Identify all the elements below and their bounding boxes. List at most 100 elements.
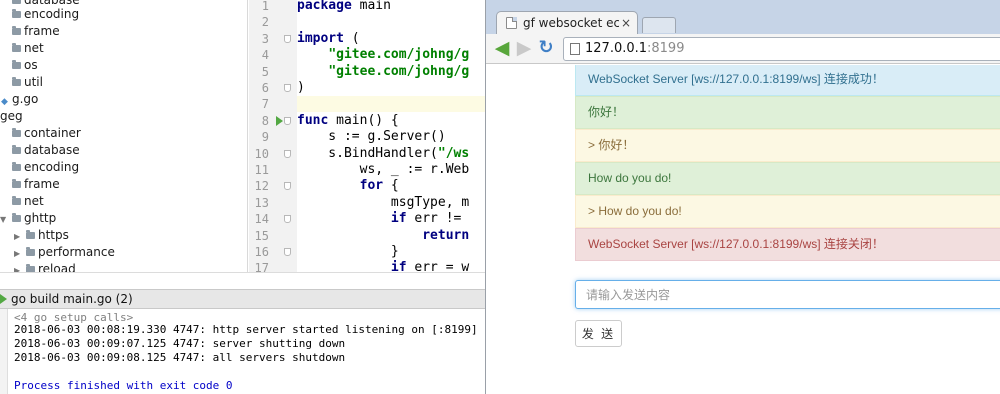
code-line: if err != <box>297 211 461 227</box>
reload-icon[interactable]: ↻ <box>536 38 556 58</box>
console-line: Process finished with exit code 0 <box>14 379 233 392</box>
tree-item-container[interactable]: container <box>0 125 247 142</box>
code-line: s := g.Server() <box>297 129 446 145</box>
folder-icon <box>12 9 21 18</box>
forward-arrow-icon[interactable]: ▶ <box>514 38 534 58</box>
send-button[interactable]: 发 送 <box>575 320 622 347</box>
tree-item-label: os <box>24 58 38 72</box>
message-danger: WebSocket Server [ws://127.0.0.1:8199/ws… <box>575 228 1000 261</box>
code-token: for <box>359 178 384 194</box>
fold-marker-icon[interactable] <box>284 84 291 92</box>
tree-item-encoding[interactable]: encoding <box>0 6 247 23</box>
tree-item-label: database <box>24 143 80 157</box>
tree-item-label: g.go <box>12 92 39 106</box>
folder-icon <box>26 230 35 239</box>
fold-marker-icon[interactable] <box>284 116 291 125</box>
tree-item-os[interactable]: os <box>0 57 247 74</box>
back-arrow-icon[interactable]: ◀ <box>492 38 512 58</box>
console-line: 2018-06-03 00:08:19.330 4747: http serve… <box>14 323 478 336</box>
tree-item-util[interactable]: util <box>0 74 247 91</box>
tree-item-database[interactable]: database <box>0 142 247 159</box>
address-bar[interactable]: 127.0.0.1 :8199 <box>563 37 1000 61</box>
fold-marker-icon[interactable] <box>284 248 291 256</box>
folder-icon <box>12 43 21 52</box>
go-file-icon: ◆ <box>1 97 8 107</box>
line-number: 3 <box>261 31 269 46</box>
code-token: func <box>297 112 329 128</box>
line-number: 4 <box>261 48 269 63</box>
folder-icon <box>12 60 21 69</box>
chevron-right-icon[interactable]: ▶ <box>14 228 23 245</box>
tree-item-label: https <box>38 228 69 242</box>
tree-item-label: encoding <box>24 160 80 174</box>
tab-title: gf websocket echo se <box>523 16 619 30</box>
tree-item-ghttp[interactable]: ▼ ghttp <box>0 210 247 228</box>
code-token: return <box>422 227 470 243</box>
fold-marker-icon[interactable] <box>284 149 291 158</box>
code-token: main <box>351 0 391 13</box>
line-number: 11 <box>254 163 269 177</box>
tree-item-g.go[interactable]: ◆ g.go <box>0 91 247 108</box>
tab-close-icon[interactable]: × <box>621 12 631 34</box>
tree-item-encoding[interactable]: encoding <box>0 159 247 176</box>
editor-bottom-area <box>0 272 485 288</box>
fold-marker-icon[interactable] <box>284 215 291 224</box>
fold-marker-icon[interactable] <box>284 182 291 191</box>
code-token: ws, _ := r.Web <box>297 162 470 177</box>
run-tab[interactable]: go build main.go (2) <box>0 290 133 308</box>
code-line: if err = w <box>297 260 469 272</box>
chevron-down-icon[interactable]: ▼ <box>0 211 9 228</box>
tree-item-label: performance <box>38 245 115 259</box>
line-number: 8 <box>261 113 269 128</box>
line-number: 14 <box>254 212 269 227</box>
tree-item-https[interactable]: ▶ https <box>0 227 247 245</box>
new-tab-button[interactable] <box>642 17 676 33</box>
browser-tab[interactable]: gf websocket echo se × <box>496 11 638 34</box>
code-line: import ( <box>297 31 360 47</box>
code-token: package <box>297 0 352 13</box>
line-number: 12 <box>254 179 269 194</box>
tree-item-net[interactable]: net <box>0 193 247 210</box>
chevron-right-icon[interactable]: ▶ <box>14 245 23 262</box>
code-line: } <box>297 244 399 260</box>
code-token: if <box>390 260 407 272</box>
message-input[interactable] <box>575 280 1000 309</box>
tree-item-label: frame <box>24 177 60 191</box>
message-info: WebSocket Server [ws://127.0.0.1:8199/ws… <box>575 65 1000 96</box>
tree-item-geg[interactable]: geg <box>0 108 247 125</box>
message-warning: > How do you do! <box>575 195 1000 228</box>
run-console: <4 go setup calls> 2018-06-03 00:08:19.33… <box>0 309 485 394</box>
project-tree: database encoding frame net os util ◆ g.go geg co… <box>0 0 248 288</box>
folder-icon <box>12 0 21 4</box>
folder-icon <box>12 26 21 35</box>
code-token: s := g.Server() <box>297 129 446 145</box>
folder-icon <box>12 128 21 137</box>
line-number: 15 <box>254 228 269 243</box>
tree-item-net[interactable]: net <box>0 40 247 57</box>
code-token: err = w <box>406 260 470 272</box>
tree-item-label: net <box>24 41 44 55</box>
folder-icon <box>12 77 21 86</box>
run-icon <box>0 294 7 304</box>
tree-item-frame[interactable]: frame <box>0 176 247 193</box>
line-number: 6 <box>261 81 269 95</box>
tree-item-label: encoding <box>24 7 80 21</box>
run-gutter-icon[interactable] <box>276 115 283 126</box>
tree-item-performance[interactable]: ▶ performance <box>0 244 247 262</box>
folder-icon <box>12 179 21 188</box>
code-editor[interactable]: package main import ( "gitee.com/johng/g … <box>297 0 485 272</box>
code-token: "gitee.com/johng/g <box>328 47 470 63</box>
message-success: 你好！ <box>575 96 1000 129</box>
tree-item-frame[interactable]: frame <box>0 23 247 40</box>
code-line: func main() { <box>297 113 399 129</box>
tree-item-label: net <box>24 194 44 208</box>
code-token: } <box>297 244 399 259</box>
code-line: for { <box>297 178 399 194</box>
fold-marker-icon[interactable] <box>284 34 291 43</box>
tab-strip: gf websocket echo se × <box>486 0 1000 34</box>
code-token: main() { <box>328 112 399 128</box>
url-host: 127.0.0.1 <box>585 41 648 56</box>
line-number: 16 <box>254 245 269 259</box>
code-line: "gitee.com/johng/g <box>297 47 469 63</box>
